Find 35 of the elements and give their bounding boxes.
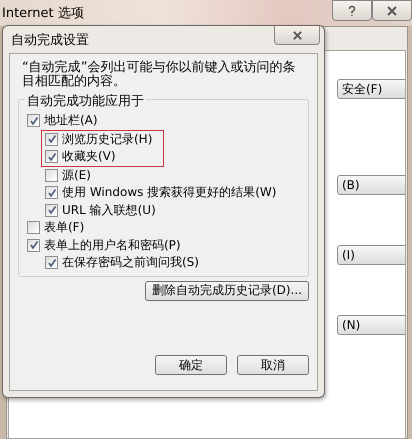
checkbox[interactable] [45, 132, 58, 146]
dialog-button[interactable]: 确定 [155, 355, 227, 375]
settings-button[interactable]: (N) [337, 315, 405, 335]
checkbox[interactable] [45, 204, 58, 217]
checkbox[interactable] [45, 256, 58, 270]
help-icon [346, 4, 358, 16]
option-label: 表单上的用户名和密码(P) [44, 236, 181, 254]
option-label: 使用 Windows 搜索获得更好的结果(W) [62, 184, 276, 202]
option-label: 表单(F) [44, 219, 84, 236]
delete-history-button[interactable]: 删除自动完成历史记录(D)... [144, 280, 309, 300]
description: “自动完成”会列出可能与你以前键入或访问的条目相匹配的内容。 [21, 59, 296, 89]
settings-button[interactable]: (I) [337, 245, 405, 265]
checkbox[interactable] [45, 168, 58, 182]
settings-button[interactable]: 安全(F) [337, 79, 405, 99]
close-icon [386, 4, 398, 16]
option-label: 在保存密码之前询问我(S) [62, 254, 199, 272]
help-button[interactable] [332, 0, 372, 21]
dialog-button[interactable]: 取消 [237, 355, 309, 375]
close-icon [292, 30, 302, 40]
close-button[interactable] [372, 0, 412, 21]
option-label: 收藏夹(V) [62, 148, 116, 166]
option-label: 地址栏(A) [44, 112, 98, 130]
settings-button[interactable]: (B) [337, 175, 405, 195]
checkbox[interactable] [27, 221, 40, 234]
window-title: Internet 选项 [2, 5, 84, 22]
group-title: 自动完成功能应用于 [25, 92, 146, 110]
checkbox[interactable] [45, 150, 58, 164]
dialog-title: 自动完成设置 [11, 32, 89, 48]
option-label: 源(E) [62, 166, 91, 184]
option-label: 浏览历史记录(H) [62, 130, 152, 148]
option-label: URL 输入联想(U) [62, 202, 156, 219]
checkbox[interactable] [27, 114, 40, 128]
checkbox[interactable] [27, 238, 40, 252]
checkbox[interactable] [45, 186, 58, 200]
close-button[interactable] [274, 26, 320, 45]
